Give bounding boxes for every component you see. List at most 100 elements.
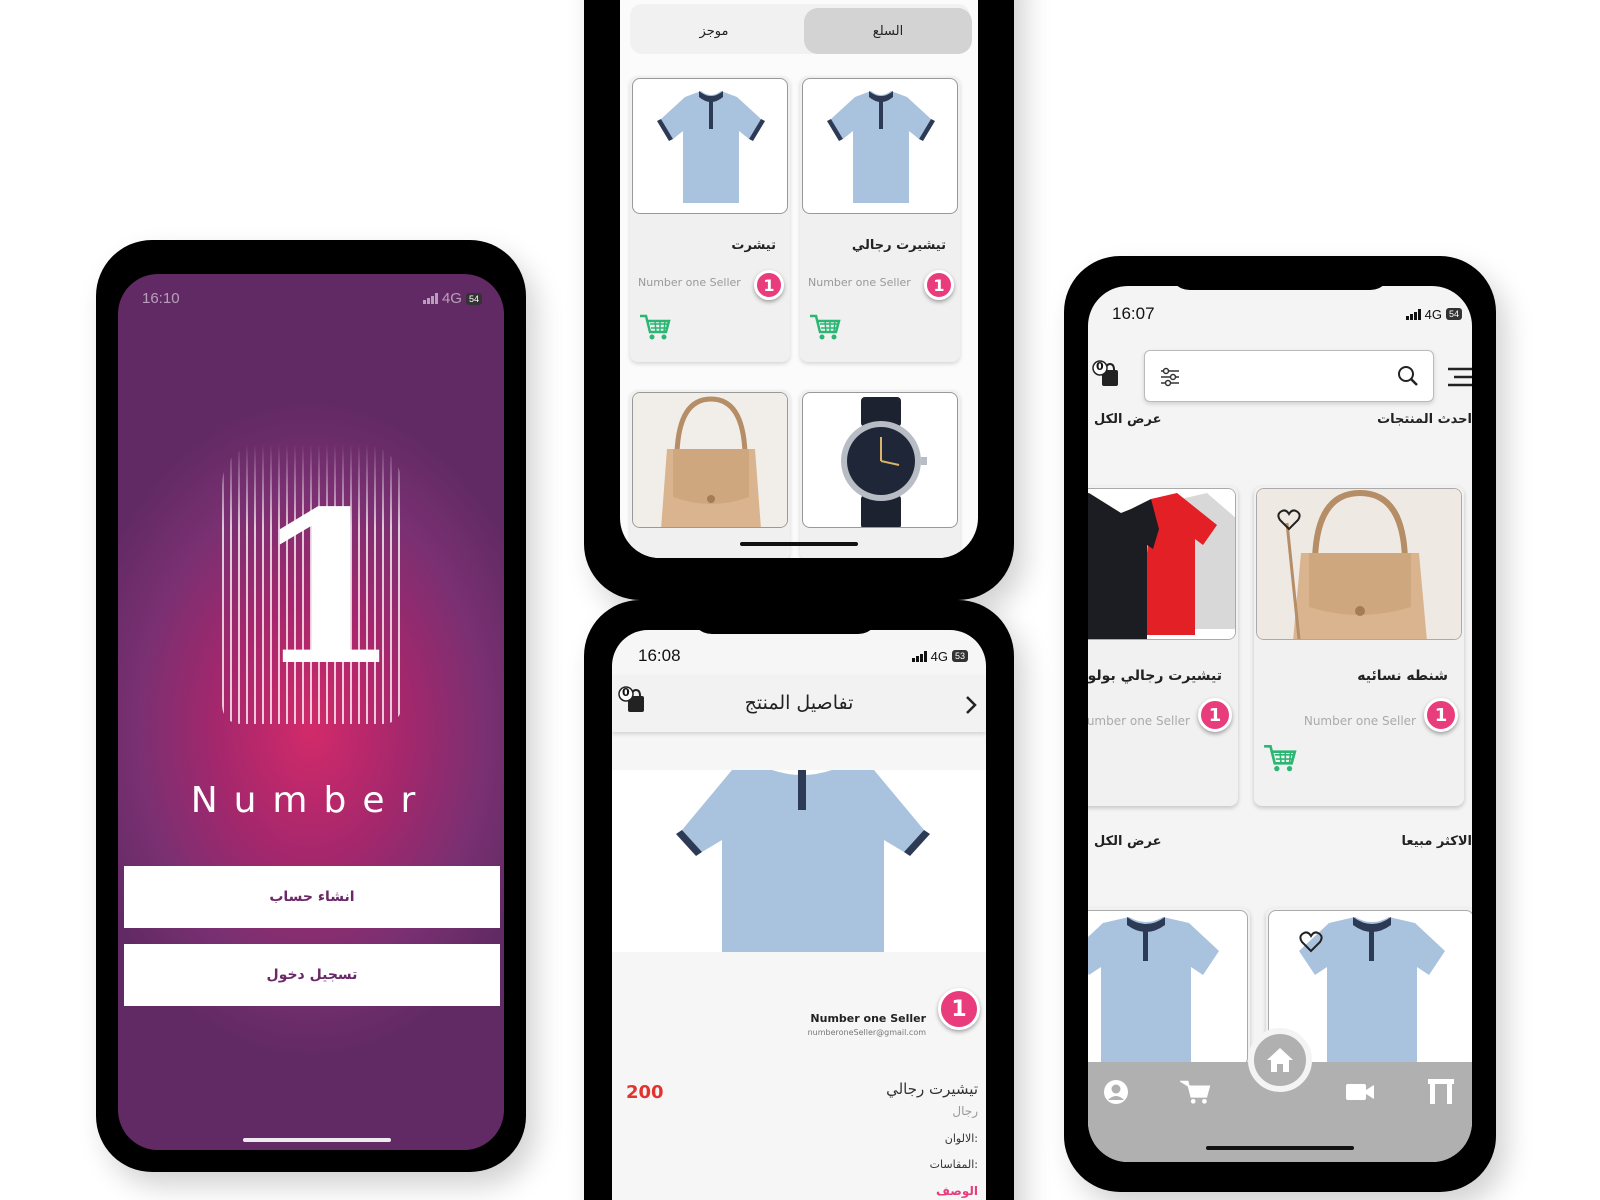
product-name: تيشيرت رجالي (886, 1080, 978, 1098)
product-card[interactable]: تيشيرت رجالي Number one Seller 1 (800, 76, 960, 362)
heart-icon[interactable] (1299, 931, 1323, 953)
status-bar: 16:10 4G 54 (142, 290, 482, 307)
product-card[interactable]: تيشيرت رجالي بولو Number one Seller 1 (1088, 486, 1238, 806)
network-label: 4G (1424, 306, 1442, 322)
status-time: 16:07 (1112, 304, 1155, 323)
logo-digit: 1 (254, 465, 401, 712)
home-button[interactable] (1248, 1028, 1312, 1092)
create-account-button[interactable]: انشاء حساب (124, 866, 500, 928)
product-image (1256, 488, 1462, 640)
add-to-cart-icon[interactable] (808, 312, 842, 342)
sizes-label: المقاسات: (929, 1158, 978, 1171)
seller-badge: 1 (1198, 698, 1232, 732)
network-label: 4G (930, 648, 948, 664)
search-icon[interactable] (1397, 365, 1419, 387)
polo-shirts-image (1088, 489, 1235, 639)
product-image (1088, 910, 1248, 1066)
product-image (632, 392, 788, 528)
splash-screen: 16:10 4G 54 1 Number انشاء حساب تسجيل دخ… (118, 274, 504, 1150)
app-header: 0 تفاصيل المنتج (612, 676, 986, 732)
menu-icon[interactable] (1446, 366, 1472, 388)
mockup-stage: 16:10 4G 54 1 Number انشاء حساب تسجيل دخ… (0, 0, 1600, 1200)
seller-badge: 1 (938, 988, 980, 1030)
product-image (612, 770, 986, 952)
product-name: تيشرت (731, 238, 776, 253)
product-image (1088, 488, 1236, 640)
tab-bar: موجز السلع (630, 4, 972, 54)
description-label: الوصف (935, 1184, 978, 1198)
seller-name: Number one Seller (810, 1012, 926, 1025)
app-logo: 1 (218, 444, 408, 734)
phone-splash: 16:10 4G 54 1 Number انشاء حساب تسجيل دخ… (96, 240, 526, 1172)
status-time: 16:10 (142, 290, 180, 307)
product-card[interactable] (800, 390, 960, 558)
seller-name: Number one Seller (1303, 714, 1416, 728)
product-name: تيشيرت رجالي بولو (1088, 668, 1222, 684)
phone-home: 16:07 4G 54 0 احدث المنتجات عرض الكل شنط… (1064, 256, 1496, 1192)
page-title: تفاصيل المنتج (744, 692, 854, 714)
product-price: 200 (626, 1082, 664, 1103)
grid-screen: موجز السلع تيشيرت رجالي Number one Selle… (620, 0, 978, 558)
signal-icon (1405, 308, 1421, 320)
details-screen: 16:08 4G 53 0 تفاصيل المنتج 1 Number one… (612, 630, 986, 1200)
seller-name: Number one Seller (638, 276, 741, 289)
product-image (802, 392, 958, 528)
notch (690, 600, 880, 634)
product-card[interactable]: شنطه نسائيه Number one Seller 1 (1254, 486, 1464, 806)
product-name: شنطه نسائيه (1357, 668, 1448, 684)
seller-badge: 1 (754, 270, 784, 300)
login-button[interactable]: تسجيل دخول (124, 944, 500, 1006)
store-icon[interactable] (1426, 1076, 1456, 1106)
phone-product-grid: موجز السلع تيشيرت رجالي Number one Selle… (584, 0, 1014, 600)
status-bar: 16:08 4G 53 (638, 646, 968, 666)
search-input[interactable] (1144, 350, 1434, 402)
heart-icon[interactable] (1277, 509, 1301, 531)
view-all-link[interactable]: عرض الكل (1094, 412, 1161, 427)
home-icon (1267, 1048, 1293, 1072)
colors-label: الالوان: (944, 1132, 978, 1145)
seller-badge: 1 (1424, 698, 1458, 732)
signal-icon (422, 293, 438, 304)
status-bar: 16:07 4G 54 (1112, 304, 1462, 324)
polo-shirt-image (657, 91, 765, 203)
profile-icon[interactable] (1102, 1078, 1130, 1106)
view-all-link[interactable]: عرض الكل (1094, 834, 1161, 849)
watch-image (841, 397, 927, 527)
home-screen: 16:07 4G 54 0 احدث المنتجات عرض الكل شنط… (1088, 286, 1472, 1162)
network-label: 4G (441, 290, 462, 307)
seller-badge: 1 (924, 270, 954, 300)
battery-icon: 53 (951, 650, 968, 662)
phone-product-details: 16:08 4G 53 0 تفاصيل المنتج 1 Number one… (584, 600, 1014, 1200)
home-indicator (243, 1138, 391, 1142)
brand-wordmark: Number (190, 780, 432, 821)
product-card[interactable] (630, 390, 790, 558)
home-indicator (1206, 1146, 1354, 1150)
handbag-image (633, 393, 787, 527)
status-time: 16:08 (638, 646, 681, 665)
seller-name: Number one Seller (1088, 714, 1190, 728)
tab-feed[interactable]: موجز (630, 8, 798, 54)
cart-icon[interactable] (1180, 1078, 1212, 1106)
chevron-right-icon[interactable] (964, 694, 978, 716)
product-image (802, 78, 958, 214)
signal-icon (911, 650, 927, 662)
section-title-best-selling: الاكثر مبيعا (1401, 834, 1473, 849)
polo-shirt-image (1088, 917, 1219, 1065)
add-to-cart-icon[interactable] (1262, 742, 1298, 774)
product-card[interactable]: تيشرت Number one Seller 1 (630, 76, 790, 362)
polo-shirt-image (827, 91, 935, 203)
product-card[interactable] (1088, 908, 1250, 1068)
add-to-cart-icon[interactable] (638, 312, 672, 342)
section-title-latest: احدث المنتجات (1377, 412, 1472, 427)
battery-icon: 54 (465, 292, 482, 305)
notch (202, 240, 420, 274)
product-image (632, 78, 788, 214)
home-indicator (740, 542, 858, 546)
tab-products[interactable]: السلع (804, 8, 972, 54)
seller-name: Number one Seller (808, 276, 911, 289)
notch (1168, 256, 1392, 290)
filter-icon[interactable] (1159, 367, 1181, 387)
product-category: رجال (952, 1104, 978, 1118)
video-icon[interactable] (1344, 1080, 1376, 1104)
seller-email: numberoneSeller@gmail.com (807, 1028, 926, 1037)
